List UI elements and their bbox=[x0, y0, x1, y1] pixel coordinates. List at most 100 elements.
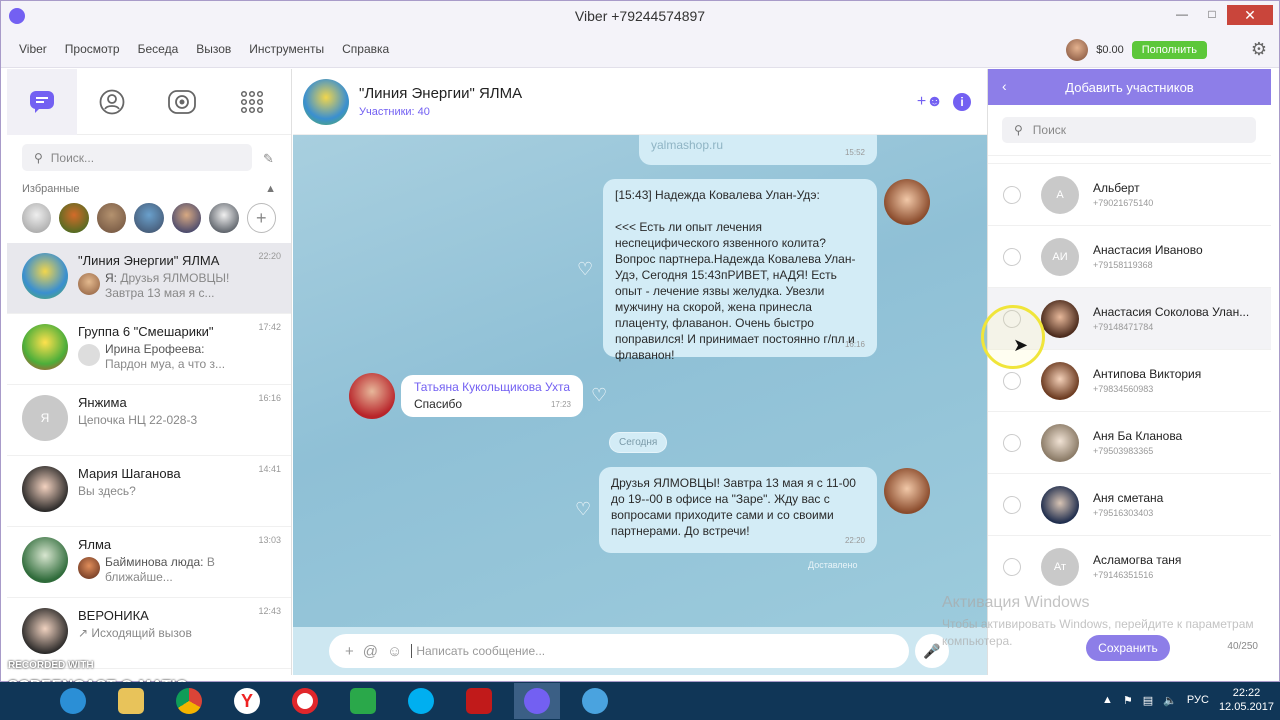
flag-icon[interactable]: ⚑ bbox=[1123, 694, 1133, 707]
clock[interactable]: 22:22 12.05.2017 bbox=[1219, 686, 1274, 714]
message-area[interactable]: yalmashop.ru 15:52 [15:43] Надежда Ковал… bbox=[293, 135, 987, 627]
chat-item-smeshariki[interactable]: Группа 6 "Смешарики" Ирина Ерофеева: Пард… bbox=[7, 314, 291, 385]
taskbar-opera[interactable] bbox=[282, 683, 328, 719]
taskbar-chrome[interactable] bbox=[166, 683, 212, 719]
sender-avatar bbox=[78, 344, 100, 366]
participants-count[interactable]: Участники: 40 bbox=[359, 106, 522, 118]
network-icon[interactable]: ▤ bbox=[1143, 694, 1153, 707]
message-bubble[interactable]: yalmashop.ru 15:52 bbox=[639, 135, 877, 165]
compose-icon[interactable]: ✎ bbox=[263, 151, 274, 167]
chat-name: Группа 6 "Смешарики" bbox=[78, 324, 214, 339]
chat-item-yanzhima[interactable]: Я Янжима Цепочка НЦ 22-028-3 16:16 bbox=[7, 385, 291, 456]
favorite-avatar[interactable] bbox=[209, 203, 239, 233]
menu-call[interactable]: Вызов bbox=[187, 42, 240, 56]
chat-time: 17:42 bbox=[258, 322, 281, 332]
day-separator: Сегодня bbox=[609, 432, 668, 453]
tray-arrow-icon[interactable]: ▲ bbox=[1102, 694, 1113, 706]
contact-row[interactable]: Аня сметана +79516303403 bbox=[988, 473, 1271, 535]
mention-icon[interactable]: @ bbox=[363, 643, 378, 660]
windows-activation-title: Активация Windows bbox=[942, 594, 1090, 611]
taskbar-skype[interactable] bbox=[398, 683, 444, 719]
message-time: 15:52 bbox=[844, 148, 865, 157]
select-radio[interactable] bbox=[1003, 247, 1021, 266]
tab-public-accounts[interactable] bbox=[147, 69, 217, 135]
clock-time: 22:22 bbox=[1232, 687, 1261, 699]
viber-logo-icon bbox=[9, 8, 25, 24]
minimize-button[interactable]: — bbox=[1167, 5, 1197, 23]
like-heart-icon[interactable]: ♡ bbox=[591, 385, 607, 406]
chat-preview-line2: Завтра 13 мая я с... bbox=[105, 286, 215, 300]
taskbar-viber[interactable] bbox=[514, 683, 560, 719]
taskbar-store[interactable] bbox=[340, 683, 386, 719]
menu-view[interactable]: Просмотр bbox=[56, 42, 129, 56]
collapse-favorites-icon[interactable]: ▲ bbox=[265, 183, 276, 195]
select-radio[interactable] bbox=[1003, 185, 1021, 204]
message-input[interactable]: + @ ☺ Написать сообщение... bbox=[329, 634, 909, 668]
maximize-button[interactable]: □ bbox=[1197, 5, 1227, 23]
topup-button[interactable]: Пополнить bbox=[1131, 41, 1207, 59]
message-time: 22:20 bbox=[844, 536, 865, 545]
folder-icon bbox=[118, 688, 144, 714]
menu-tools[interactable]: Инструменты bbox=[240, 42, 333, 56]
menu-help[interactable]: Справка bbox=[333, 42, 398, 56]
group-avatar[interactable] bbox=[303, 78, 349, 125]
favorite-avatar[interactable] bbox=[22, 203, 52, 233]
message-bubble[interactable]: [15:43] Надежда Ковалева Улан-Удэ: <<< Е… bbox=[603, 179, 877, 362]
contact-row[interactable]: АИ Анастасия Иваново +79158119368 bbox=[988, 225, 1271, 287]
favorite-avatar[interactable] bbox=[59, 203, 89, 233]
chat-name: "Линия Энергии" ЯЛМА bbox=[78, 253, 220, 268]
message-bubble[interactable]: Татьяна Кукольщикова Ухта Спасибо 17:23 bbox=[401, 375, 583, 417]
message-sender-name[interactable]: Татьяна Кукольщикова Ухта bbox=[414, 379, 570, 395]
contact-search-input[interactable]: ⚲ Поиск bbox=[1002, 117, 1256, 143]
select-radio[interactable] bbox=[1003, 557, 1021, 576]
add-participant-icon[interactable]: +☻ bbox=[917, 93, 943, 111]
windows-activation-text: Чтобы активировать Windows, перейдите к … bbox=[942, 617, 1254, 648]
close-button[interactable]: ✕ bbox=[1227, 5, 1273, 25]
menu-conversation[interactable]: Беседа bbox=[129, 42, 188, 56]
favorite-avatar[interactable] bbox=[171, 203, 202, 233]
window-title: Viber +79244574897 bbox=[574, 8, 706, 24]
tab-more[interactable] bbox=[217, 69, 287, 135]
chat-bubble-icon bbox=[30, 90, 54, 113]
conversation-panel: "Линия Энергии" ЯЛМА Участники: 40 +☻ i … bbox=[293, 69, 987, 675]
select-radio[interactable] bbox=[1003, 495, 1021, 514]
like-heart-icon[interactable]: ♡ bbox=[575, 499, 591, 520]
taskbar-acrobat[interactable] bbox=[456, 683, 502, 719]
input-language[interactable]: РУС bbox=[1187, 694, 1209, 706]
taskbar-yandex[interactable]: Y bbox=[224, 683, 270, 719]
plus-icon[interactable]: + bbox=[345, 643, 354, 660]
like-heart-icon[interactable]: ♡ bbox=[577, 259, 593, 280]
taskbar-explorer[interactable] bbox=[108, 683, 154, 719]
yandex-icon: Y bbox=[234, 688, 260, 714]
contact-row[interactable]: Ат Асламогва таня +79146351516 bbox=[988, 535, 1271, 597]
message-bubble[interactable]: Друзья ЯЛМОВЦЫ! Завтра 13 мая я с 11-00 … bbox=[599, 467, 877, 553]
info-icon[interactable]: i bbox=[953, 93, 971, 111]
settings-gear-icon[interactable]: ⚙ bbox=[1249, 39, 1269, 59]
add-favorite-button[interactable]: + bbox=[246, 203, 276, 233]
select-radio[interactable] bbox=[1003, 371, 1021, 390]
volume-icon[interactable]: 🔈 bbox=[1163, 694, 1177, 707]
favorite-avatar[interactable] bbox=[96, 203, 127, 233]
sticker-icon[interactable]: ☺ bbox=[387, 643, 402, 660]
contact-avatar: Ат bbox=[1041, 547, 1079, 586]
back-arrow-icon[interactable]: ‹ bbox=[1002, 78, 1007, 94]
chat-name: ВЕРОНИКА bbox=[78, 608, 149, 623]
select-radio[interactable] bbox=[1003, 433, 1021, 452]
contact-row[interactable]: Аня Ба Кланова +79503983365 bbox=[988, 411, 1271, 473]
recorded-with-label: RECORDED WITH bbox=[8, 660, 94, 671]
chat-item-liniya-energii[interactable]: "Линия Энергии" ЯЛМА Я: Друзья ЯЛМОВЦЫ! З… bbox=[7, 243, 291, 314]
chat-item-mariya[interactable]: Мария Шаганова Вы здесь? 14:41 bbox=[7, 456, 291, 527]
menu-viber[interactable]: Viber bbox=[1, 42, 56, 56]
taskbar-screencast[interactable] bbox=[572, 683, 618, 719]
favorite-avatar[interactable] bbox=[134, 203, 164, 233]
chat-search-input[interactable]: ⚲ Поиск... bbox=[22, 144, 252, 171]
chat-item-veronika[interactable]: ВЕРОНИКА ↗ Исходящий вызов 12:43 bbox=[7, 598, 291, 669]
chat-item-yalma[interactable]: Ялма Байминова люда: Вближайше... 13:03 bbox=[7, 527, 291, 598]
account-avatar[interactable] bbox=[1066, 39, 1089, 61]
taskbar-ie[interactable] bbox=[50, 683, 96, 719]
tab-contacts[interactable] bbox=[77, 69, 147, 135]
acrobat-icon bbox=[466, 688, 492, 714]
tab-chats[interactable] bbox=[7, 69, 77, 135]
contact-row[interactable]: А Альберт +79021675140 bbox=[988, 163, 1271, 225]
contact-name: Антипова Виктория bbox=[1093, 367, 1202, 381]
